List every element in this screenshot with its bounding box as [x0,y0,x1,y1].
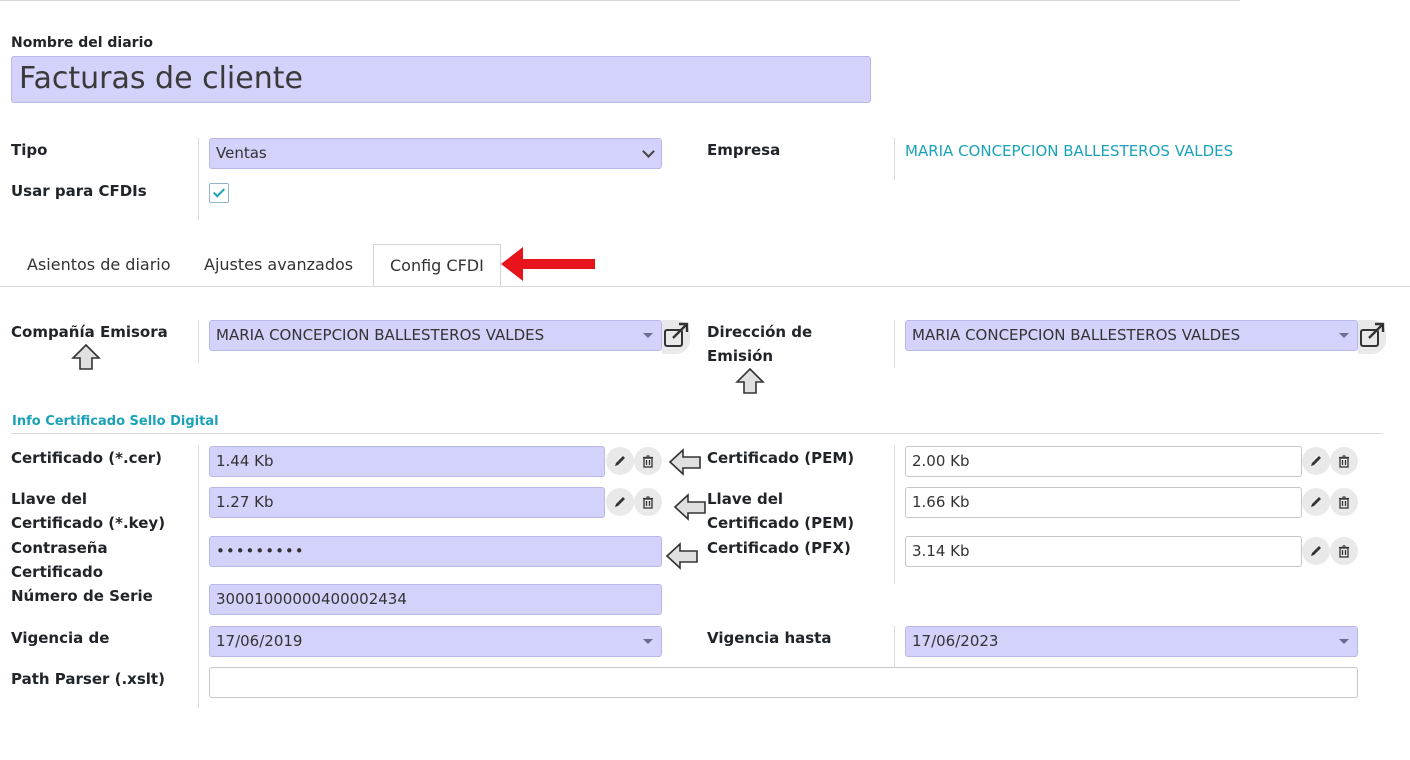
llave-pem-label-line1: Llave del [707,490,784,508]
pencil-icon [615,456,625,466]
external-link-button[interactable] [662,320,690,354]
edit-button[interactable] [606,488,634,516]
vigencia-hasta-value: 17/06/2023 [912,632,999,650]
usar-cfdi-checkbox[interactable] [209,183,229,203]
empresa-link[interactable]: MARIA CONCEPCION BALLESTEROS VALDES [905,139,1233,163]
pencil-icon [1311,456,1321,466]
vigencia-de-field[interactable]: 17/06/2019 [209,626,662,657]
label-separator [894,138,895,180]
label-separator [198,320,199,362]
compania-emisora-select[interactable]: MARIA CONCEPCION BALLESTEROS VALDES [209,320,662,351]
compania-emisora-label: Compañía Emisora [11,323,168,341]
caret-down-icon [643,333,653,338]
llave-pem-label-line2: Certificado (PEM) [707,514,855,532]
label-separator [894,446,895,584]
certificado-pfx-label: Certificado (PFX) [707,539,851,557]
section-divider [11,433,1383,434]
tab-ajustes-avanzados[interactable]: Ajustes avanzados [188,244,369,287]
label-separator [894,320,895,368]
caret-down-icon [643,639,653,644]
left-arrow-annotation-icon [668,448,701,476]
contrasena-field[interactable]: ••••••••• [209,536,662,567]
trash-icon [1339,496,1349,509]
vigencia-de-label: Vigencia de [11,629,110,647]
pencil-icon [615,497,625,507]
tab-asientos-de-diario[interactable]: Asientos de diario [11,244,187,287]
llave-key-label-line2: Certificado (*.key) [11,514,166,532]
trash-icon [1339,545,1349,558]
top-divider [0,0,1240,1]
numero-serie-field[interactable]: 30001000000400002434 [209,584,662,615]
label-separator [198,446,199,708]
edit-button[interactable] [606,447,634,475]
journal-name-label: Nombre del diario [11,35,153,51]
external-link-button[interactable] [1358,320,1386,354]
tabs-underline [0,286,1410,287]
contrasena-label-line1: Contraseña [11,539,108,557]
label-separator [894,626,895,668]
direccion-emision-value: MARIA CONCEPCION BALLESTEROS VALDES [912,326,1241,344]
caret-down-icon [1339,333,1349,338]
left-arrow-annotation-icon [673,493,706,521]
certificado-pem-label: Certificado (PEM) [707,449,855,467]
edit-button[interactable] [1302,488,1330,516]
caret-down-icon [1339,639,1349,644]
path-parser-input[interactable] [209,667,1358,698]
direccion-emision-select[interactable]: MARIA CONCEPCION BALLESTEROS VALDES [905,320,1358,351]
path-parser-label: Path Parser (.xslt) [11,670,165,688]
up-arrow-annotation-icon [71,343,101,370]
trash-icon [643,496,653,509]
direccion-emision-label-line1: Dirección de [707,323,813,341]
direccion-emision-label-line2: Emisión [707,347,774,365]
edit-button[interactable] [1302,447,1330,475]
certificado-cer-label: Certificado (*.cer) [11,449,163,467]
certificado-cer-field[interactable]: 1.44 Kb [209,446,605,477]
contrasena-label-line2: Certificado [11,563,104,581]
up-arrow-annotation-icon [735,367,765,394]
tipo-label: Tipo [11,141,48,159]
trash-icon [643,455,653,468]
numero-serie-label: Número de Serie [11,587,153,605]
label-separator [198,138,199,220]
external-link-icon [664,322,689,347]
external-link-icon [1360,322,1385,347]
delete-button[interactable] [1330,447,1358,475]
tipo-select[interactable]: Ventas [209,138,662,169]
llave-pem-field[interactable]: 1.66 Kb [905,487,1302,518]
certificado-pfx-field[interactable]: 3.14 Kb [905,536,1302,567]
tipo-select-value: Ventas [216,144,267,162]
vigencia-hasta-field[interactable]: 17/06/2023 [905,626,1358,657]
empresa-label: Empresa [707,141,781,159]
left-arrow-annotation-icon [665,542,698,570]
chevron-down-icon [642,145,655,158]
red-arrow-annotation-icon [501,247,595,281]
delete-button[interactable] [634,488,662,516]
check-icon [212,185,226,198]
vigencia-hasta-label: Vigencia hasta [707,629,832,647]
tab-config-cfdi[interactable]: Config CFDI [373,244,501,287]
pencil-icon [1311,546,1321,556]
cfdi-label: Usar para CFDIs [11,182,147,200]
edit-button[interactable] [1302,537,1330,565]
trash-icon [1339,455,1349,468]
journal-name-input[interactable]: Facturas de cliente [11,56,871,103]
delete-button[interactable] [1330,537,1358,565]
llave-key-field[interactable]: 1.27 Kb [209,487,605,518]
llave-key-label-line1: Llave del [11,490,88,508]
section-title: Info Certificado Sello Digital [12,414,219,429]
certificado-pem-field[interactable]: 2.00 Kb [905,446,1302,477]
pencil-icon [1311,497,1321,507]
delete-button[interactable] [1330,488,1358,516]
vigencia-de-value: 17/06/2019 [216,632,303,650]
delete-button[interactable] [634,447,662,475]
compania-emisora-value: MARIA CONCEPCION BALLESTEROS VALDES [216,326,545,344]
